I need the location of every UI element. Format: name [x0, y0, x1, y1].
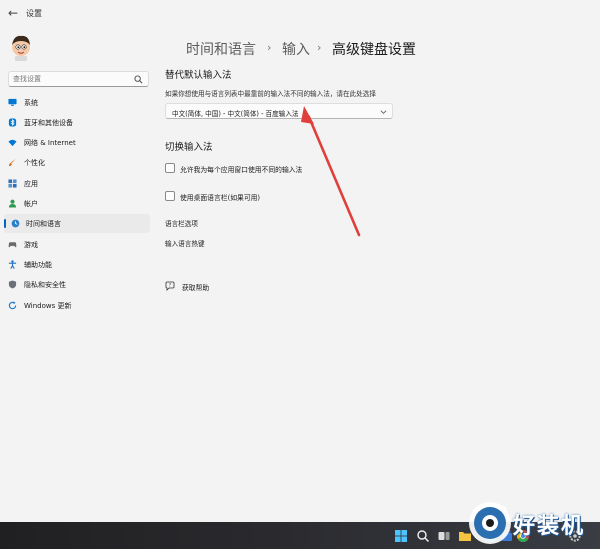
sidebar-item-label: 帐户 [24, 200, 38, 208]
selection-indicator [4, 219, 6, 228]
language-bar-options-link[interactable]: 语言栏选项 [165, 218, 198, 228]
sidebar-item-accessibility[interactable]: 辅助功能 [4, 255, 150, 274]
sidebar-item-label: 应用 [24, 180, 38, 188]
override-description: 如果你想使用与语言列表中最靠前的输入法不同的输入法，请在此处选择 [165, 90, 376, 98]
taskbar-search-icon[interactable] [416, 529, 430, 543]
sidebar-item-apps[interactable]: 应用 [4, 174, 150, 193]
shield-icon [8, 280, 17, 289]
section-title-switch: 切换输入法 [165, 142, 213, 153]
breadcrumb-time-language[interactable]: 时间和语言 [186, 39, 256, 59]
breadcrumb-separator: › [317, 41, 322, 54]
input-method-dropdown[interactable]: 中文(简体, 中国) - 中文(简体) - 百度输入法 [165, 103, 393, 119]
window-title: 设置 [26, 9, 42, 18]
monitor-icon [8, 98, 17, 106]
person-icon [8, 199, 17, 208]
search-input[interactable] [13, 73, 131, 85]
sidebar-item-label: 辅助功能 [24, 261, 52, 269]
per-app-input-label[interactable]: 允许我为每个应用窗口使用不同的输入法 [180, 164, 302, 174]
windows-start-icon[interactable] [394, 529, 408, 543]
sidebar-item-privacy[interactable]: 隐私和安全性 [4, 275, 150, 294]
get-help-link[interactable]: 获取帮助 [182, 282, 209, 292]
language-bar-label[interactable]: 使用桌面语言栏(如果可用) [180, 192, 260, 202]
watermark-logo-icon [469, 502, 511, 544]
search-box[interactable] [8, 71, 149, 87]
breadcrumb-input[interactable]: 输入 [282, 39, 310, 59]
sidebar-item-label: 系统 [24, 99, 38, 107]
per-app-input-checkbox[interactable] [165, 163, 175, 173]
brush-icon [9, 158, 16, 167]
sidebar-item-system[interactable]: 系统 [4, 93, 150, 112]
watermark: 好装机 [466, 497, 600, 549]
sidebar-item-label: 网络 & Internet [24, 139, 76, 147]
accessibility-icon [8, 260, 17, 269]
sidebar-item-gaming[interactable]: 游戏 [4, 235, 150, 254]
sidebar-item-label: 蓝牙和其他设备 [24, 119, 73, 127]
back-arrow-icon[interactable]: ← [8, 6, 18, 20]
bluetooth-icon [8, 118, 17, 127]
avatar[interactable] [8, 32, 34, 62]
language-bar-checkbox[interactable] [165, 191, 175, 201]
sidebar-item-label: Windows 更新 [24, 302, 72, 310]
sidebar-item-accounts[interactable]: 帐户 [4, 194, 150, 213]
breadcrumb-separator: › [267, 41, 272, 54]
sidebar-item-time-language[interactable]: 时间和语言 [4, 214, 150, 233]
dropdown-selected-value: 中文(简体, 中国) - 中文(简体) - 百度输入法 [172, 110, 299, 118]
sidebar-item-label: 游戏 [24, 241, 38, 249]
input-language-hotkeys-link[interactable]: 输入语言热键 [165, 238, 205, 248]
apps-icon [8, 179, 17, 188]
sidebar-item-network[interactable]: 网络 & Internet [4, 133, 150, 152]
page-title: 高级键盘设置 [332, 42, 416, 58]
sidebar-item-label: 隐私和安全性 [24, 281, 66, 289]
sidebar-item-bluetooth[interactable]: 蓝牙和其他设备 [4, 113, 150, 132]
globe-clock-icon [11, 219, 20, 228]
wifi-icon [8, 139, 17, 147]
watermark-text: 好装机 [513, 513, 586, 539]
update-icon [8, 301, 17, 310]
chevron-down-icon [380, 110, 387, 114]
sidebar-item-label: 时间和语言 [26, 220, 61, 228]
gamepad-icon [8, 242, 17, 248]
section-title-override: 替代默认输入法 [165, 70, 232, 81]
sidebar-item-personalization[interactable]: 个性化 [4, 153, 150, 172]
sidebar-item-label: 个性化 [24, 159, 45, 167]
task-view-icon[interactable] [437, 529, 451, 543]
search-icon[interactable] [134, 75, 143, 84]
help-icon[interactable]: ? [165, 281, 175, 291]
sidebar-item-windows-update[interactable]: Windows 更新 [4, 296, 150, 315]
